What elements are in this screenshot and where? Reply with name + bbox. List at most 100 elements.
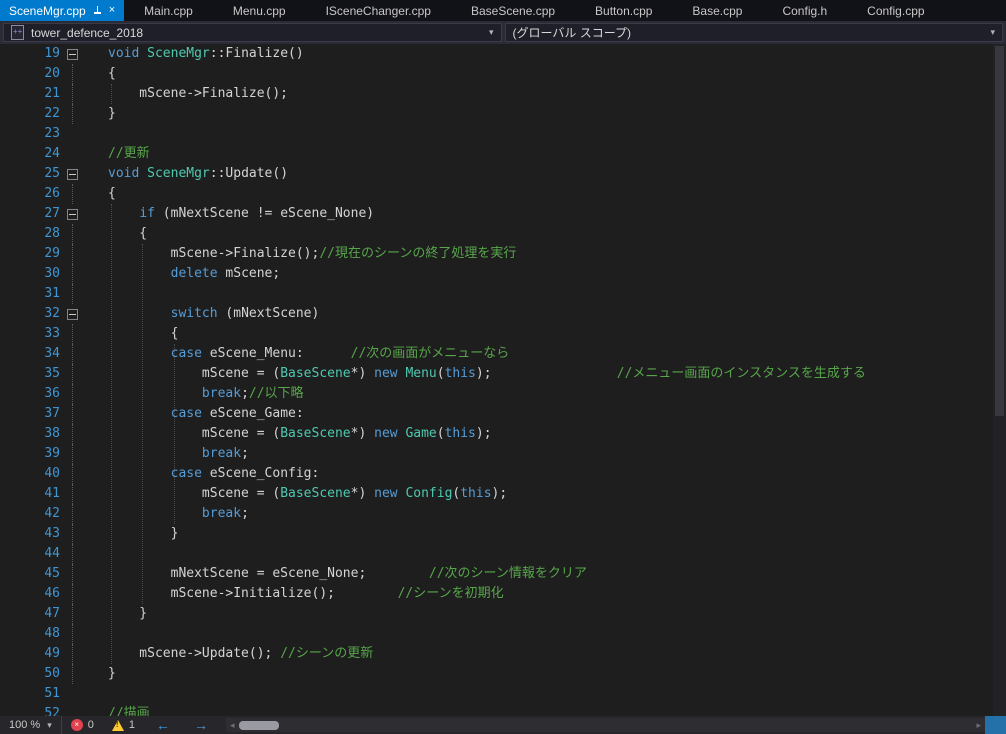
- code-line[interactable]: 36 break;//以下略: [0, 384, 1006, 404]
- code-line[interactable]: 27 if (mNextScene != eScene_None): [0, 204, 1006, 224]
- tab-Button.cpp[interactable]: Button.cpp: [575, 0, 672, 21]
- code-line[interactable]: 32 switch (mNextScene): [0, 304, 1006, 324]
- tab-Menu.cpp[interactable]: Menu.cpp: [213, 0, 306, 21]
- code-line[interactable]: 20{: [0, 64, 1006, 84]
- breakpoint-margin[interactable]: [0, 444, 26, 464]
- navigate-forward-icon[interactable]: →: [182, 718, 220, 732]
- breakpoint-margin[interactable]: [0, 504, 26, 524]
- breakpoint-margin[interactable]: [0, 544, 26, 564]
- breakpoint-margin[interactable]: [0, 704, 26, 716]
- code-line[interactable]: 48: [0, 624, 1006, 644]
- scope-dropdown[interactable]: (グローバル スコープ) ▾: [505, 23, 1004, 42]
- code-line[interactable]: 41 mScene = (BaseScene*) new Config(this…: [0, 484, 1006, 504]
- zoom-control[interactable]: 100 % ▾: [0, 716, 62, 734]
- warning-indicator[interactable]: 1: [103, 716, 144, 734]
- code-line[interactable]: 26{: [0, 184, 1006, 204]
- code-line[interactable]: 38 mScene = (BaseScene*) new Game(this);: [0, 424, 1006, 444]
- code-line[interactable]: 33 {: [0, 324, 1006, 344]
- code-line[interactable]: 24//更新: [0, 144, 1006, 164]
- breakpoint-margin[interactable]: [0, 664, 26, 684]
- breakpoint-margin[interactable]: [0, 344, 26, 364]
- horizontal-scrollbar-thumb[interactable]: [239, 721, 279, 730]
- breakpoint-margin[interactable]: [0, 324, 26, 344]
- error-indicator[interactable]: × 0: [62, 716, 103, 734]
- breakpoint-margin[interactable]: [0, 424, 26, 444]
- fold-collapse-icon[interactable]: [67, 309, 78, 320]
- code-line[interactable]: 37 case eScene_Game:: [0, 404, 1006, 424]
- code-line[interactable]: 30 delete mScene;: [0, 264, 1006, 284]
- horizontal-scrollbar[interactable]: ◂ ▸: [226, 718, 985, 732]
- breakpoint-margin[interactable]: [0, 404, 26, 424]
- code-line[interactable]: 29 mScene->Finalize();//現在のシーンの終了処理を実行: [0, 244, 1006, 264]
- code-editor[interactable]: 19void SceneMgr::Finalize()20{21 mScene-…: [0, 44, 1006, 716]
- code-line[interactable]: 43 }: [0, 524, 1006, 544]
- breakpoint-margin[interactable]: [0, 564, 26, 584]
- code-line[interactable]: 51: [0, 684, 1006, 704]
- code-line[interactable]: 19void SceneMgr::Finalize(): [0, 44, 1006, 64]
- breakpoint-margin[interactable]: [0, 44, 26, 64]
- code-line[interactable]: 23: [0, 124, 1006, 144]
- tab-BaseScene.cpp[interactable]: BaseScene.cpp: [451, 0, 575, 21]
- code-line[interactable]: 25void SceneMgr::Update(): [0, 164, 1006, 184]
- navigate-back-icon[interactable]: ←: [144, 718, 182, 732]
- code-line[interactable]: 46 mScene->Initialize(); //シーンを初期化: [0, 584, 1006, 604]
- code-line[interactable]: 35 mScene = (BaseScene*) new Menu(this);…: [0, 364, 1006, 384]
- vertical-scrollbar-thumb[interactable]: [995, 46, 1004, 416]
- breakpoint-margin[interactable]: [0, 484, 26, 504]
- breakpoint-margin[interactable]: [0, 624, 26, 644]
- breakpoint-margin[interactable]: [0, 264, 26, 284]
- code-line[interactable]: 28 {: [0, 224, 1006, 244]
- breakpoint-margin[interactable]: [0, 644, 26, 664]
- tab-Base.cpp[interactable]: Base.cpp: [672, 0, 762, 21]
- breakpoint-margin[interactable]: [0, 244, 26, 264]
- breakpoint-margin[interactable]: [0, 684, 26, 704]
- chevron-down-icon[interactable]: ▾: [990, 27, 995, 38]
- breakpoint-margin[interactable]: [0, 84, 26, 104]
- code-line[interactable]: 49 mScene->Update(); //シーンの更新: [0, 644, 1006, 664]
- project-dropdown[interactable]: tower_defence_2018 ▾: [3, 23, 502, 42]
- pin-icon[interactable]: [93, 5, 102, 16]
- breakpoint-margin[interactable]: [0, 304, 26, 324]
- breakpoint-margin[interactable]: [0, 204, 26, 224]
- breakpoint-margin[interactable]: [0, 184, 26, 204]
- code-line[interactable]: 52//描画: [0, 704, 1006, 716]
- fold-collapse-icon[interactable]: [67, 169, 78, 180]
- code-line[interactable]: 44: [0, 544, 1006, 564]
- vertical-scrollbar[interactable]: [993, 44, 1006, 716]
- code-line[interactable]: 22}: [0, 104, 1006, 124]
- breakpoint-margin[interactable]: [0, 164, 26, 184]
- breakpoint-margin[interactable]: [0, 524, 26, 544]
- code-line[interactable]: 45 mNextScene = eScene_None; //次のシーン情報をク…: [0, 564, 1006, 584]
- code-line[interactable]: 31: [0, 284, 1006, 304]
- breakpoint-margin[interactable]: [0, 604, 26, 624]
- tab-Config.cpp[interactable]: Config.cpp: [847, 0, 944, 21]
- breakpoint-margin[interactable]: [0, 584, 26, 604]
- chevron-down-icon[interactable]: ▾: [489, 27, 494, 38]
- scroll-right-icon[interactable]: ▸: [972, 721, 985, 730]
- tab-SceneMgr.cpp[interactable]: SceneMgr.cpp×: [0, 0, 124, 21]
- scroll-left-icon[interactable]: ◂: [226, 721, 239, 730]
- breakpoint-margin[interactable]: [0, 384, 26, 404]
- code-line[interactable]: 42 break;: [0, 504, 1006, 524]
- fold-guide-line: [72, 64, 73, 84]
- code-line[interactable]: 47 }: [0, 604, 1006, 624]
- breakpoint-margin[interactable]: [0, 464, 26, 484]
- tab-Config.h[interactable]: Config.h: [762, 0, 847, 21]
- breakpoint-margin[interactable]: [0, 144, 26, 164]
- tab-Main.cpp[interactable]: Main.cpp: [124, 0, 213, 21]
- breakpoint-margin[interactable]: [0, 364, 26, 384]
- code-line[interactable]: 40 case eScene_Config:: [0, 464, 1006, 484]
- fold-collapse-icon[interactable]: [67, 209, 78, 220]
- breakpoint-margin[interactable]: [0, 104, 26, 124]
- code-line[interactable]: 50}: [0, 664, 1006, 684]
- breakpoint-margin[interactable]: [0, 224, 26, 244]
- tab-ISceneChanger.cpp[interactable]: ISceneChanger.cpp: [306, 0, 451, 21]
- code-line[interactable]: 34 case eScene_Menu: //次の画面がメニューなら: [0, 344, 1006, 364]
- code-line[interactable]: 39 break;: [0, 444, 1006, 464]
- close-icon[interactable]: ×: [109, 5, 115, 16]
- breakpoint-margin[interactable]: [0, 124, 26, 144]
- code-line[interactable]: 21 mScene->Finalize();: [0, 84, 1006, 104]
- breakpoint-margin[interactable]: [0, 284, 26, 304]
- breakpoint-margin[interactable]: [0, 64, 26, 84]
- fold-collapse-icon[interactable]: [67, 49, 78, 60]
